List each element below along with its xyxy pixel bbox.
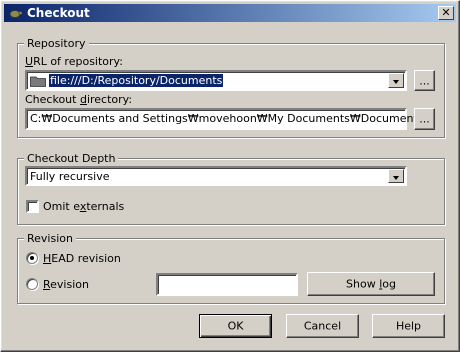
ok-button[interactable]: OK [199,314,272,338]
title-bar[interactable]: Checkout ✕ [4,4,456,22]
url-value: file:///D:/Repository/Documents [49,74,224,87]
close-button[interactable]: ✕ [438,6,454,20]
specific-revision-label[interactable]: Revision [43,278,89,291]
revision-group-label: Revision [24,232,76,245]
close-icon: ✕ [441,6,451,19]
omit-externals-label[interactable]: Omit externals [43,200,124,213]
repository-group-label: Repository [24,37,89,50]
help-button[interactable]: Help [372,314,445,338]
checkout-dialog: Checkout ✕ Repository URL of repository:… [0,0,460,352]
omit-externals-checkbox[interactable] [26,200,39,213]
checkout-directory-input[interactable]: C:₩Documents and Settings₩movehoon₩My Do… [25,108,423,130]
revision-input[interactable] [156,273,298,296]
window-title: Checkout [27,6,90,20]
folder-icon [30,76,46,87]
depth-selected-value: Fully recursive [30,170,110,183]
checkout-directory-value: C:₩Documents and Settings₩movehoon₩My Do… [30,112,424,125]
browse-directory-button[interactable]: ... [414,108,435,130]
head-revision-radio[interactable] [26,252,38,264]
depth-dropdown-arrow[interactable] [388,169,404,183]
show-log-button[interactable]: Show log [307,272,435,296]
head-revision-label[interactable]: HEAD revision [43,252,121,265]
tortoise-icon [9,10,23,19]
url-combobox[interactable]: file:///D:/Repository/Documents [25,70,407,91]
checkout-directory-label: Checkout directory: [25,93,133,106]
url-label: URL of repository: [25,55,123,68]
browse-url-button[interactable]: ... [414,70,435,91]
url-dropdown-arrow[interactable] [388,73,404,88]
depth-combobox[interactable]: Fully recursive [25,166,407,186]
cancel-button[interactable]: Cancel [286,314,359,338]
checkout-depth-group-label: Checkout Depth [24,152,119,165]
specific-revision-radio[interactable] [26,278,38,290]
